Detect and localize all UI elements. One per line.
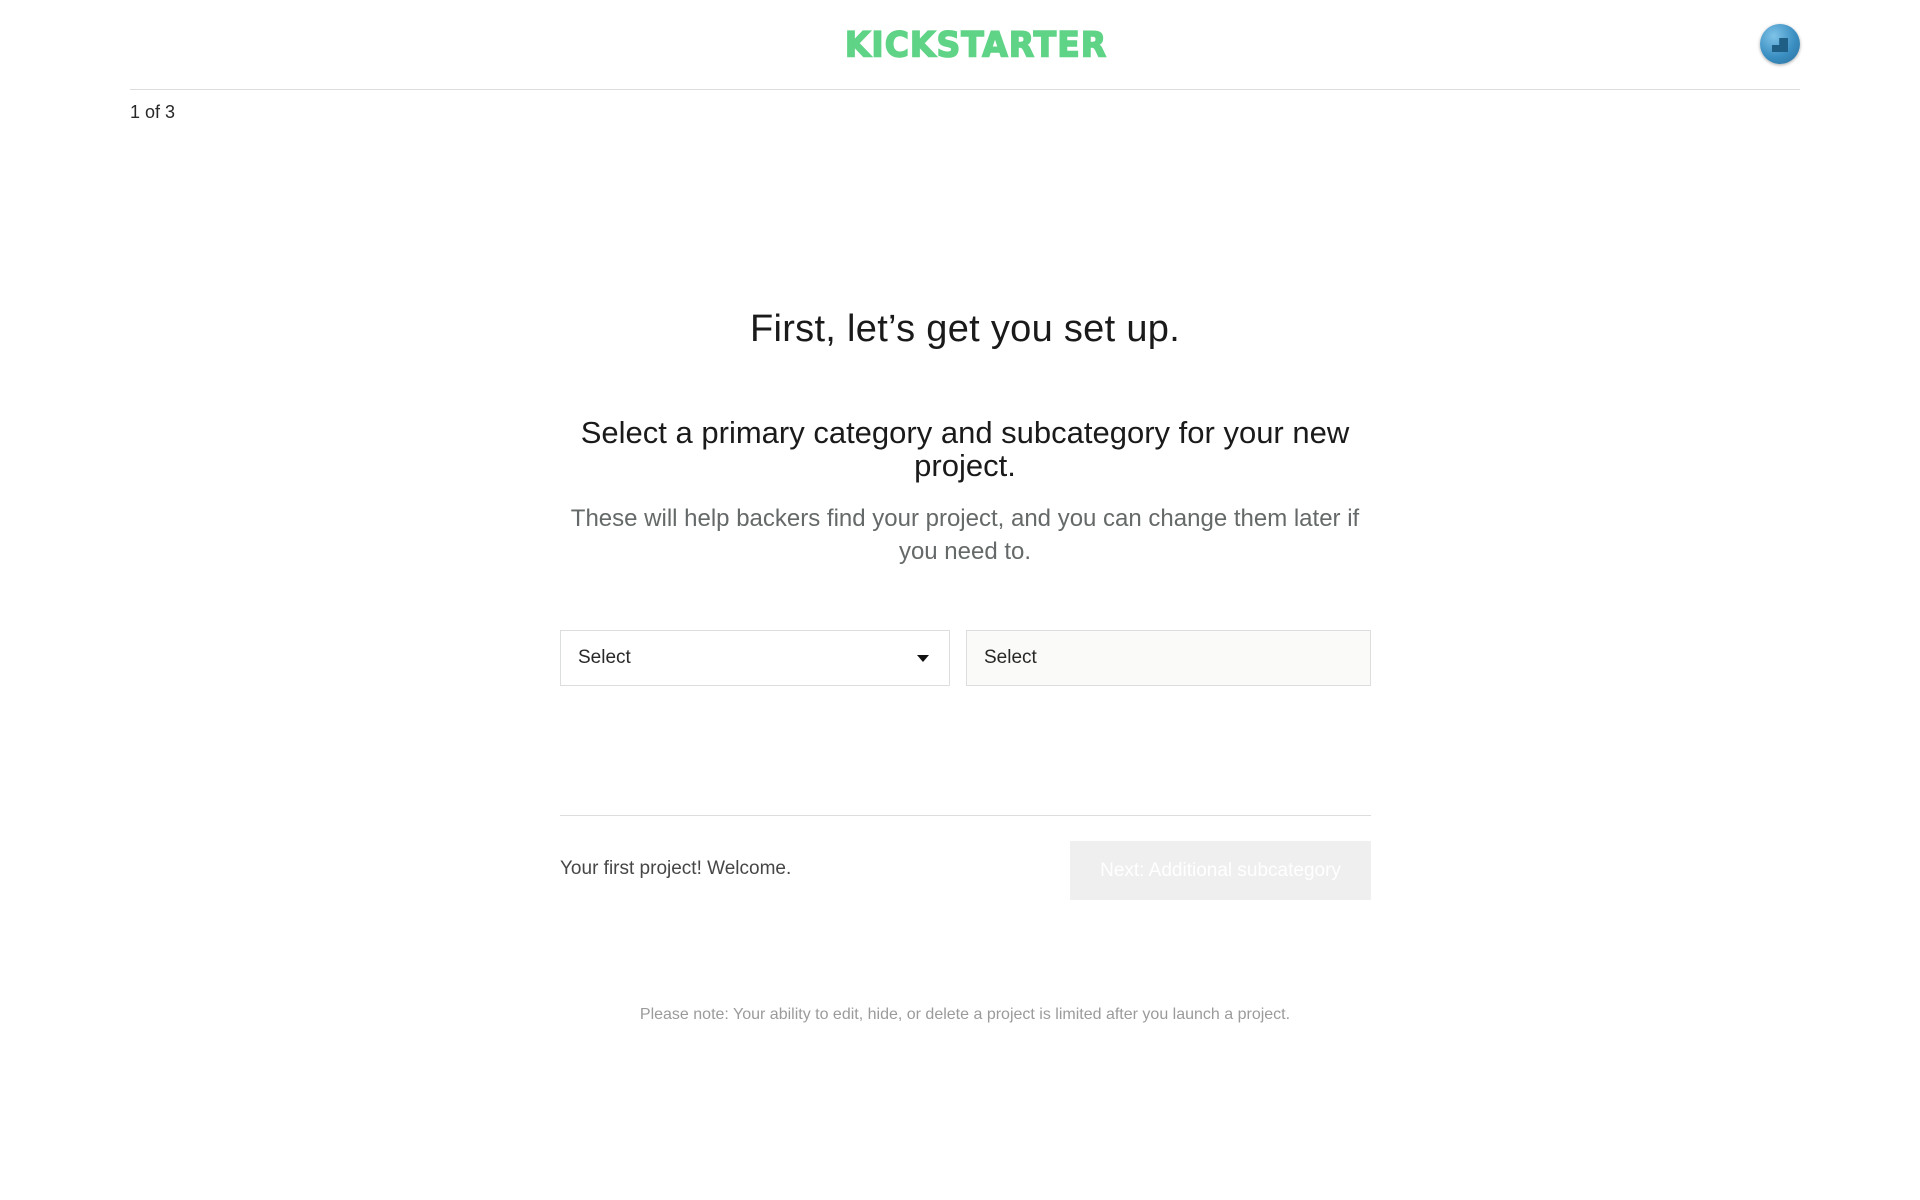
user-avatar-icon[interactable]: [1760, 24, 1800, 64]
page-title: First, let’s get you set up.: [749, 308, 1181, 350]
caret-down-icon: [917, 655, 929, 662]
category-select[interactable]: Select: [560, 630, 950, 686]
subcategory-select-value: Select: [984, 647, 1037, 668]
next-button[interactable]: Next: Additional subcategory: [1070, 841, 1371, 900]
divider: [560, 815, 1371, 816]
top-bar: KICKSTARTER: [130, 0, 1800, 90]
category-select-value: Select: [578, 647, 631, 668]
page: KICKSTARTER 1 of 3 First, let’s get you …: [0, 0, 1920, 1200]
section-description: These will help backers find your projec…: [570, 505, 1360, 565]
logo-text: KICKSTARTER: [844, 23, 1108, 66]
step-indicator: 1 of 3: [130, 102, 176, 122]
welcome-message: Your first project! Welcome.: [560, 858, 792, 879]
subcategory-select[interactable]: Select: [966, 630, 1371, 686]
launch-note: Please note: Your ability to edit, hide,…: [639, 1006, 1291, 1023]
kickstarter-logo[interactable]: KICKSTARTER: [844, 23, 1107, 66]
section-heading: Select a primary category and subcategor…: [580, 415, 1350, 483]
